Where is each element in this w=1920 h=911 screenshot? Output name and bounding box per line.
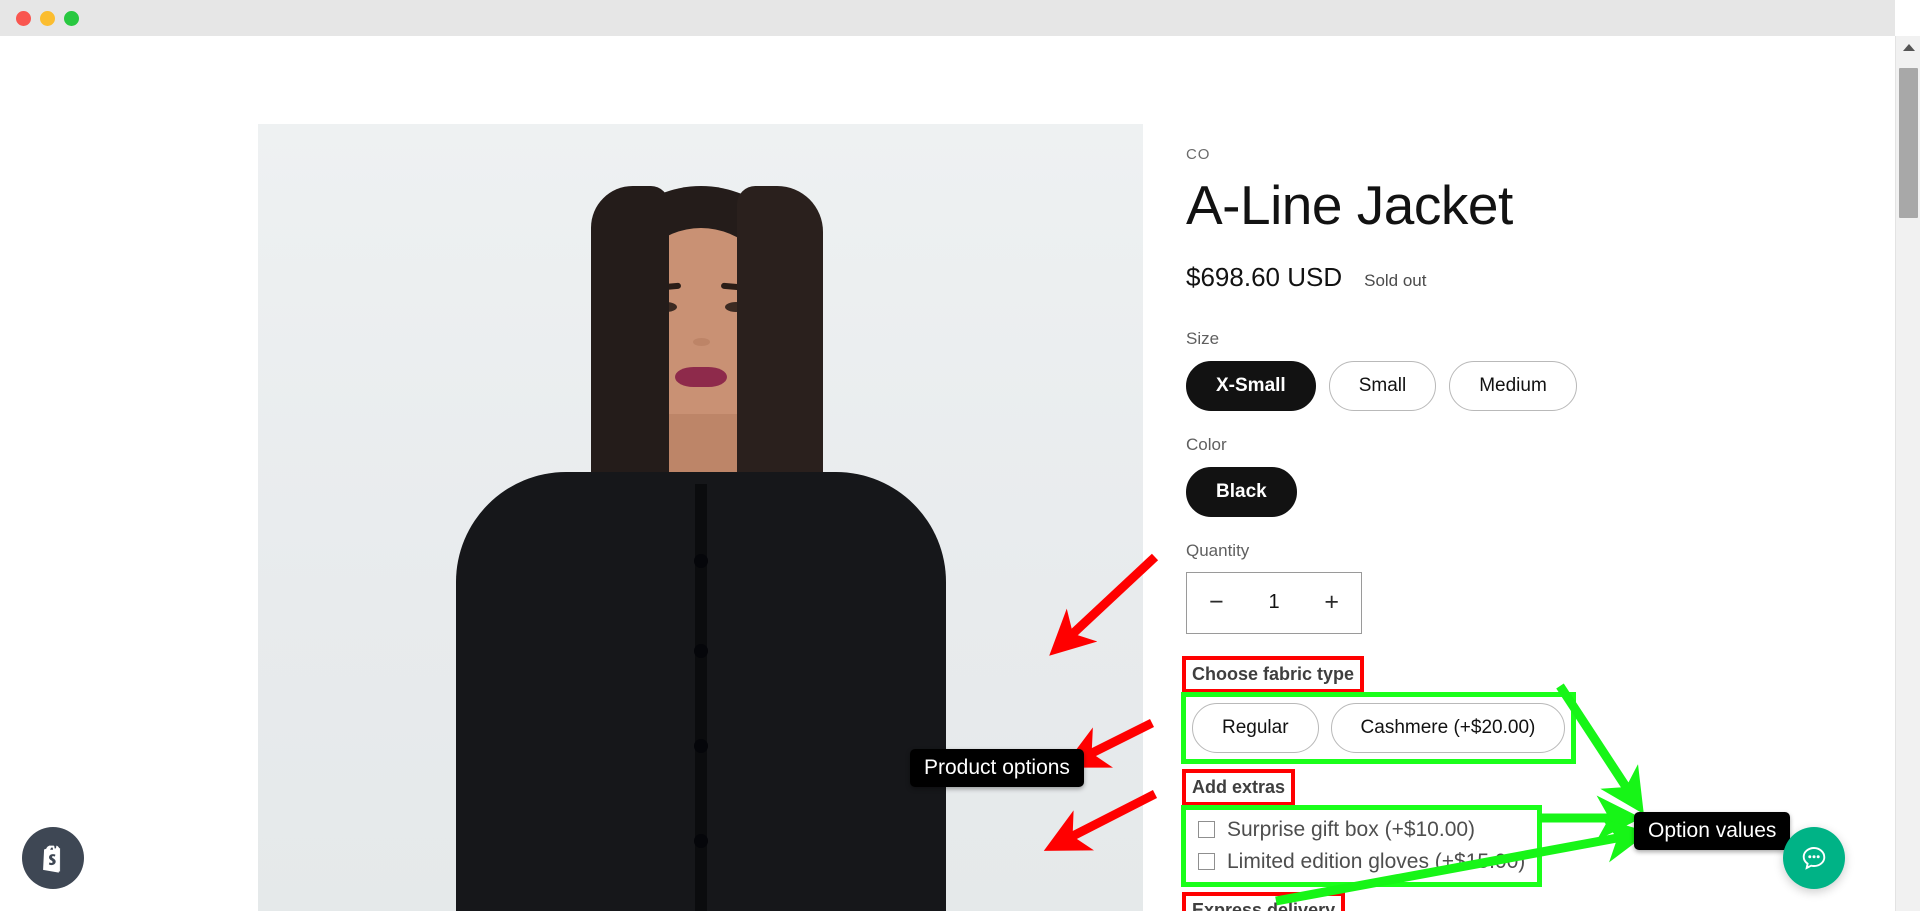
chat-bubble-icon xyxy=(1802,847,1826,870)
shopify-badge[interactable] xyxy=(22,827,84,889)
model-jacket-button xyxy=(693,834,708,848)
availability-badge: Sold out xyxy=(1364,270,1427,290)
product-vendor: CO xyxy=(1186,146,1211,163)
page-viewport: CO A-Line Jacket $698.60 USD Sold out Si… xyxy=(0,36,1895,911)
custom-option-values-fabric-type: Regular Cashmere (+$20.00) xyxy=(1180,691,1577,764)
callout-product-options: Product options xyxy=(910,749,1084,787)
callout-option-values: Option values xyxy=(1634,812,1791,850)
product-info: CO A-Line Jacket $698.60 USD Sold out Si… xyxy=(1180,146,1826,911)
price-row: $698.60 USD Sold out xyxy=(1186,262,1826,293)
quantity-section: Quantity − 1 + xyxy=(1186,541,1826,634)
chat-launcher-button[interactable] xyxy=(1783,827,1845,889)
size-option-medium[interactable]: Medium xyxy=(1449,360,1577,411)
fabric-option-cashmere[interactable]: Cashmere (+$20.00) xyxy=(1330,702,1566,753)
checkbox-surprise-gift-box[interactable] xyxy=(1198,821,1215,838)
quantity-increment-button[interactable]: + xyxy=(1324,590,1339,615)
scrollbar-thumb[interactable] xyxy=(1899,68,1918,218)
model-nose xyxy=(692,338,710,346)
custom-option-fabric-type: Choose fabric type Regular Cashmere (+$2… xyxy=(1180,655,1826,764)
model-lips xyxy=(674,367,727,387)
checkbox-limited-edition-gloves[interactable] xyxy=(1198,853,1215,870)
quantity-label: Quantity xyxy=(1186,540,1250,560)
product-page: CO A-Line Jacket $698.60 USD Sold out Si… xyxy=(0,36,1895,911)
zoom-window-button[interactable] xyxy=(64,10,79,26)
custom-option-express-delivery: Express delivery Yes (+$5.00) xyxy=(1181,891,1826,911)
minimize-window-button[interactable] xyxy=(40,10,55,26)
product-price: $698.60 USD xyxy=(1186,261,1343,292)
scroll-up-arrow-icon[interactable] xyxy=(1896,36,1920,58)
quantity-stepper[interactable]: − 1 + xyxy=(1186,571,1362,634)
fabric-option-regular[interactable]: Regular xyxy=(1192,702,1319,753)
model-jacket-button xyxy=(693,644,708,658)
extra-option-label: Surprise gift box (+$10.00) xyxy=(1227,817,1476,841)
quantity-input[interactable]: 1 xyxy=(1268,591,1279,614)
extra-option-limited-edition-gloves[interactable]: Limited edition gloves (+$15.00) xyxy=(1192,846,1531,878)
custom-option-values-add-extras: Surprise gift box (+$10.00) Limited edit… xyxy=(1180,804,1543,887)
quantity-decrement-button[interactable]: − xyxy=(1209,590,1224,615)
extra-option-surprise-gift-box[interactable]: Surprise gift box (+$10.00) xyxy=(1192,814,1531,846)
option-group-color: Color Black xyxy=(1186,435,1826,517)
close-window-button[interactable] xyxy=(16,10,31,26)
extra-option-label: Limited edition gloves (+$15.00) xyxy=(1227,849,1526,873)
color-option-black[interactable]: Black xyxy=(1186,466,1297,517)
custom-option-heading-express-delivery: Express delivery xyxy=(1181,891,1346,911)
option-group-size: Size X-Small Small Medium xyxy=(1186,329,1826,411)
model-hair-front-left xyxy=(590,186,669,516)
browser-window: CO A-Line Jacket $698.60 USD Sold out Si… xyxy=(0,0,1920,911)
custom-option-heading-fabric-type: Choose fabric type xyxy=(1181,655,1365,693)
option-values-size: X-Small Small Medium xyxy=(1186,360,1826,411)
window-titlebar xyxy=(0,0,1895,36)
size-option-small[interactable]: Small xyxy=(1328,360,1437,411)
option-label-size: Size xyxy=(1186,328,1220,348)
option-label-color: Color xyxy=(1186,434,1227,454)
model-jacket-button xyxy=(693,739,708,753)
shopify-bag-icon xyxy=(43,845,61,873)
size-option-x-small[interactable]: X-Small xyxy=(1186,360,1316,411)
product-image[interactable] xyxy=(258,124,1143,911)
page-title: A-Line Jacket xyxy=(1186,174,1513,236)
model-jacket-button xyxy=(693,554,708,568)
custom-option-heading-add-extras: Add extras xyxy=(1181,768,1296,806)
option-values-color: Black xyxy=(1186,466,1826,517)
page-scrollbar[interactable] xyxy=(1895,36,1920,911)
